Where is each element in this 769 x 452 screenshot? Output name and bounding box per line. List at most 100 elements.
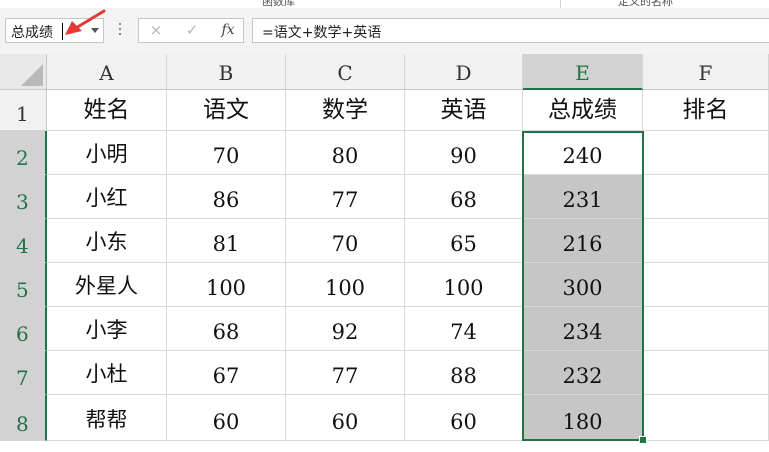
insert-function-icon[interactable]: fx bbox=[213, 20, 243, 41]
cell-c1[interactable]: 数学 bbox=[286, 90, 405, 131]
cell-b7[interactable]: 67 bbox=[167, 351, 286, 395]
formula-text[interactable]: =语文+数学+英语 bbox=[262, 22, 381, 42]
cell-c6[interactable]: 92 bbox=[286, 307, 405, 351]
cell-e6[interactable]: 234 bbox=[523, 307, 643, 351]
cancel-icon[interactable]: × bbox=[141, 20, 171, 41]
column-header-d[interactable]: D bbox=[405, 54, 523, 90]
cell-e1[interactable]: 总成绩 bbox=[523, 90, 643, 131]
cell-b2[interactable]: 70 bbox=[167, 131, 286, 175]
row-number: 3 bbox=[16, 190, 29, 214]
cell-value: 60 bbox=[212, 410, 240, 434]
cell-f5[interactable] bbox=[643, 263, 769, 307]
cell-value: 231 bbox=[562, 188, 603, 212]
text-caret bbox=[62, 23, 63, 40]
formula-buttons: × ✓ fx bbox=[138, 18, 244, 43]
cell-value: 180 bbox=[562, 410, 603, 434]
cell-c5[interactable]: 100 bbox=[286, 263, 405, 307]
drag-handle-icon[interactable] bbox=[118, 23, 122, 37]
cell-b6[interactable]: 68 bbox=[167, 307, 286, 351]
cell-d2[interactable]: 90 bbox=[405, 131, 523, 175]
row-number: 5 bbox=[16, 278, 29, 302]
row-header-1[interactable]: 1 bbox=[0, 90, 47, 131]
cell-value: 小李 bbox=[85, 318, 128, 342]
cell-value: 68 bbox=[212, 320, 240, 344]
cell-b5[interactable]: 100 bbox=[167, 263, 286, 307]
cell-d4[interactable]: 65 bbox=[405, 219, 523, 263]
row-number: 7 bbox=[16, 366, 29, 390]
column-header-f[interactable]: F bbox=[643, 54, 769, 90]
cell-value: 帮帮 bbox=[85, 408, 128, 432]
row-header-3[interactable]: 3 bbox=[0, 175, 47, 219]
row-header-4[interactable]: 4 bbox=[0, 219, 47, 263]
cell-b4[interactable]: 81 bbox=[167, 219, 286, 263]
cell-e3[interactable]: 231 bbox=[523, 175, 643, 219]
cell-a8[interactable]: 帮帮 bbox=[47, 395, 167, 441]
column-header-a[interactable]: A bbox=[47, 54, 167, 90]
fill-handle[interactable] bbox=[639, 436, 647, 444]
name-box[interactable]: 总成绩 bbox=[5, 18, 104, 43]
cell-value: 65 bbox=[450, 232, 477, 256]
cell-value: 88 bbox=[450, 364, 477, 388]
cell-value: 英语 bbox=[440, 97, 487, 123]
cell-a4[interactable]: 小东 bbox=[47, 219, 167, 263]
formula-input[interactable]: =语文+数学+英语 bbox=[252, 18, 769, 43]
cell-f2[interactable] bbox=[643, 131, 769, 175]
cell-e2[interactable]: 240 bbox=[523, 131, 643, 175]
cell-a6[interactable]: 小李 bbox=[47, 307, 167, 351]
cell-value: 68 bbox=[450, 188, 477, 212]
row-number: 8 bbox=[16, 412, 29, 436]
cell-d3[interactable]: 68 bbox=[405, 175, 523, 219]
name-box-value[interactable]: 总成绩 bbox=[11, 22, 53, 42]
cell-a2[interactable]: 小明 bbox=[47, 131, 167, 175]
cell-f4[interactable] bbox=[643, 219, 769, 263]
cell-a3[interactable]: 小红 bbox=[47, 175, 167, 219]
cell-c7[interactable]: 77 bbox=[286, 351, 405, 395]
cell-b8[interactable]: 60 bbox=[167, 395, 286, 441]
column-header-b[interactable]: B bbox=[167, 54, 286, 90]
cell-c4[interactable]: 70 bbox=[286, 219, 405, 263]
cell-e4[interactable]: 216 bbox=[523, 219, 643, 263]
select-all-triangle-icon bbox=[21, 64, 43, 86]
cell-c2[interactable]: 80 bbox=[286, 131, 405, 175]
cell-a5[interactable]: 外星人 bbox=[47, 263, 167, 307]
select-all-button[interactable] bbox=[0, 54, 47, 90]
cell-c3[interactable]: 77 bbox=[286, 175, 405, 219]
cell-e8[interactable]: 180 bbox=[523, 395, 643, 441]
cell-d5[interactable]: 100 bbox=[405, 263, 523, 307]
cell-value: 234 bbox=[562, 320, 603, 344]
column-header-c[interactable]: C bbox=[286, 54, 405, 90]
cell-value: 67 bbox=[212, 364, 240, 388]
row-header-5[interactable]: 5 bbox=[0, 263, 47, 307]
cell-d1[interactable]: 英语 bbox=[405, 90, 523, 131]
row-header-7[interactable]: 7 bbox=[0, 351, 47, 395]
row-header-6[interactable]: 6 bbox=[0, 307, 47, 351]
cell-a1[interactable]: 姓名 bbox=[47, 90, 167, 131]
cell-f6[interactable] bbox=[643, 307, 769, 351]
cell-b3[interactable]: 86 bbox=[167, 175, 286, 219]
cell-d8[interactable]: 60 bbox=[405, 395, 523, 441]
cell-value: 60 bbox=[450, 410, 477, 434]
cell-f1[interactable]: 排名 bbox=[643, 90, 769, 131]
cell-f7[interactable] bbox=[643, 351, 769, 395]
cell-value: 100 bbox=[324, 276, 366, 300]
cell-f8[interactable] bbox=[643, 395, 769, 441]
cell-d7[interactable]: 88 bbox=[405, 351, 523, 395]
enter-icon[interactable]: ✓ bbox=[177, 20, 207, 41]
cell-value: 240 bbox=[562, 144, 603, 168]
row-header-8[interactable]: 8 bbox=[0, 395, 47, 441]
column-header-e[interactable]: E bbox=[523, 54, 643, 90]
cell-b1[interactable]: 语文 bbox=[167, 90, 286, 131]
cell-a7[interactable]: 小杜 bbox=[47, 351, 167, 395]
cell-f3[interactable] bbox=[643, 175, 769, 219]
chevron-down-icon[interactable] bbox=[91, 28, 99, 33]
cell-value: 小红 bbox=[85, 186, 128, 210]
cell-value: 77 bbox=[331, 364, 359, 388]
cell-value: 小明 bbox=[85, 142, 128, 166]
row-header-2[interactable]: 2 bbox=[0, 131, 47, 175]
cell-e7[interactable]: 232 bbox=[523, 351, 643, 395]
cell-d6[interactable]: 74 bbox=[405, 307, 523, 351]
row-number: 4 bbox=[16, 234, 29, 258]
cell-c8[interactable]: 60 bbox=[286, 395, 405, 441]
cell-e5[interactable]: 300 bbox=[523, 263, 643, 307]
cell-value: 语文 bbox=[203, 97, 249, 123]
